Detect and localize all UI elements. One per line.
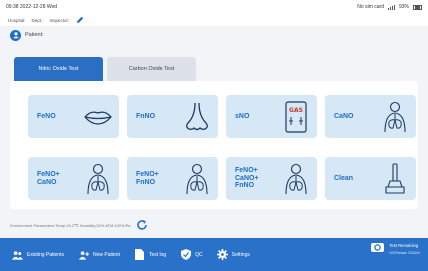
test-label: Clean — [334, 174, 354, 182]
inspector-label: Inspector: — [49, 17, 70, 23]
bottom-nav: Existing Patients New Patient Test log Q… — [0, 238, 428, 271]
lungs-person-icon — [281, 163, 311, 195]
datetime: 09:38 2022-12-28 Wed — [6, 4, 58, 10]
gas-bag-text: GAS — [289, 107, 303, 114]
nav-label: New Patient — [92, 251, 120, 258]
shield-check-icon — [180, 249, 191, 260]
signal-icon — [387, 4, 396, 10]
test-feno-fnno-button[interactable]: FeNO+ FnNO — [127, 157, 218, 200]
test-label: FeNO+ CaNO+ FnNO — [235, 166, 259, 190]
test-sno-button[interactable]: sNO GAS — [226, 95, 317, 138]
environment-bar: Environment Parameters:Temp:15.2℃ Humidi… — [10, 216, 148, 234]
nav-existing-patients[interactable]: Existing Patients — [12, 249, 64, 260]
environment-params: Environment Parameters:Temp:15.2℃ Humidi… — [10, 222, 131, 228]
nav-label: Test log — [148, 251, 167, 258]
test-tabs: Nitric Oxide Test Carbon Oxide Test — [14, 57, 196, 81]
test-label: FeNO — [37, 112, 56, 120]
patient-bar: Patient: — [0, 26, 428, 44]
nav-test-log[interactable]: Test log — [134, 249, 166, 260]
test-label: FeNO+ FnNO — [136, 170, 159, 186]
test-fnno-button[interactable]: FnNO — [127, 95, 218, 138]
nav-label: Existing Patients — [27, 251, 64, 258]
lips-icon — [83, 101, 113, 133]
test-feno-button[interactable]: FeNO — [28, 95, 119, 138]
lungs-person-icon — [380, 101, 410, 133]
test-label: FnNO — [136, 112, 156, 120]
battery-icon — [413, 4, 422, 10]
test-feno-cano-button[interactable]: FeNO+ CaNO — [28, 157, 119, 200]
sim-status: No sim card — [357, 4, 384, 10]
gas-bag-icon: GAS — [281, 100, 311, 133]
refresh-icon[interactable] — [136, 219, 148, 232]
test-clean-button[interactable]: Clean — [325, 157, 416, 200]
test-label: sNO — [235, 112, 250, 120]
remaining-label: Test Remaining — [389, 243, 419, 248]
patient-label: Patient: — [25, 32, 44, 38]
nav-new-patient[interactable]: New Patient — [78, 249, 120, 260]
document-icon — [134, 249, 145, 260]
battery-percent: 93% — [398, 4, 409, 10]
lungs-person-icon — [83, 163, 113, 195]
nav-label: QC — [195, 251, 203, 258]
gear-icon — [216, 249, 228, 260]
remaining-icon[interactable] — [371, 243, 385, 252]
status-bar: 09:38 2022-12-28 Wed No sim card 93% — [0, 0, 428, 14]
brush-icon — [380, 162, 410, 195]
lungs-person-icon — [182, 163, 212, 195]
test-remaining: Test Remaining NO/Remain 3334/ch — [371, 243, 420, 255]
test-cano-button[interactable]: CaNO — [325, 95, 416, 138]
patients-icon — [12, 249, 23, 260]
nav-qc[interactable]: QC — [180, 249, 203, 260]
patient-avatar-icon[interactable] — [10, 29, 21, 41]
nose-icon — [182, 101, 212, 133]
test-feno-cano-fnno-button[interactable]: FeNO+ CaNO+ FnNO — [226, 157, 317, 200]
tab-nitric-oxide[interactable]: Nitric Oxide Test — [14, 57, 103, 81]
info-bar: Hospital: Dept.: Inspector: — [0, 14, 428, 26]
tab-carbon-oxide[interactable]: Carbon Oxide Test — [107, 57, 196, 81]
hospital-label: Hospital: — [8, 17, 26, 23]
dept-label: Dept.: — [31, 17, 44, 23]
test-label: FeNO+ CaNO — [37, 170, 60, 186]
nav-label: Settings — [231, 251, 250, 258]
edit-icon[interactable] — [75, 15, 85, 25]
test-panel: FeNO FnNO sNO GAS CaNO FeNO+ CaNO FeNO+ … — [10, 81, 418, 209]
add-patient-icon — [78, 249, 89, 260]
nav-settings[interactable]: Settings — [216, 249, 250, 260]
remaining-value: NO/Remain 3334/ch — [389, 251, 420, 255]
test-label: CaNO — [334, 112, 354, 120]
